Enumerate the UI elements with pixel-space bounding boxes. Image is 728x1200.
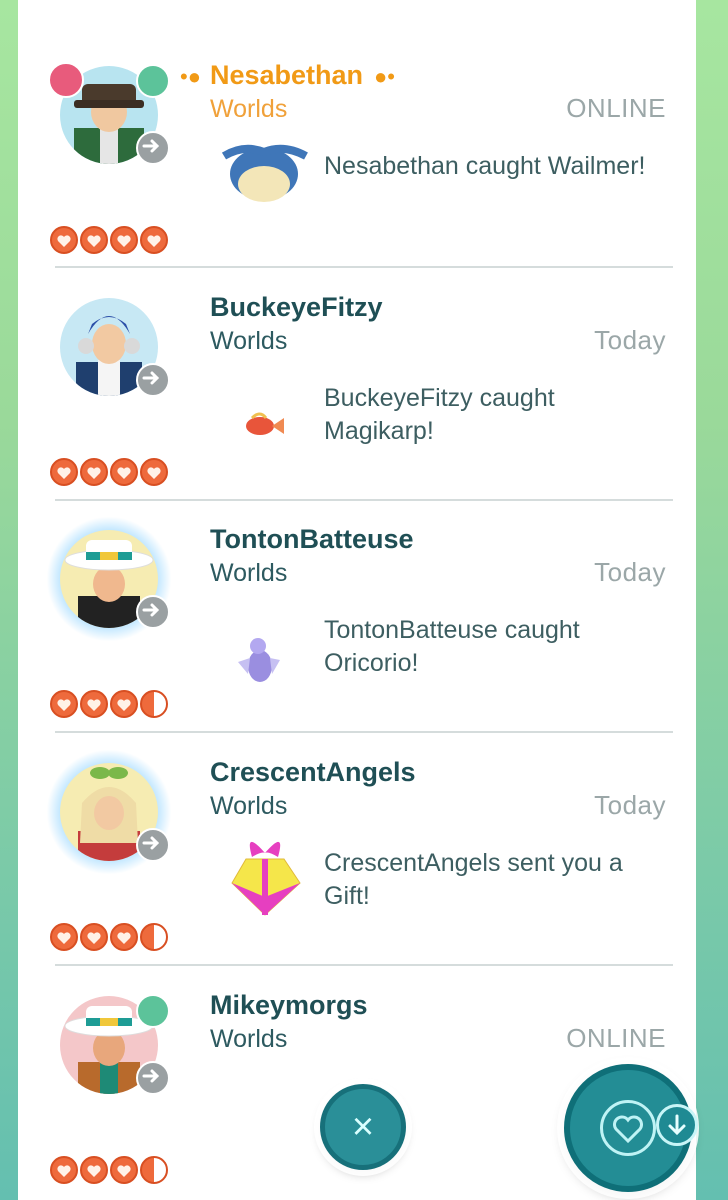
- activity-message: TontonBatteuse caught Oricorio!: [324, 616, 580, 677]
- status-label: Today: [594, 557, 666, 587]
- team-badge: [48, 62, 84, 98]
- activity-message: CrescentAngels sent you a Gift!: [324, 849, 623, 910]
- avatar[interactable]: [46, 749, 172, 875]
- status-label: ONLINE: [566, 1023, 666, 1053]
- friend-subtitle: Worlds: [210, 792, 288, 820]
- friend-row[interactable]: CrescentAngels Worlds Today CrescentAnge…: [18, 727, 696, 959]
- arrow-right-icon[interactable]: [136, 1061, 170, 1095]
- half-heart-icon: [140, 923, 168, 951]
- half-heart-icon: [140, 690, 168, 718]
- friend-row[interactable]: BuckeyeFitzy Worlds Today BuckeyeFitzy c…: [18, 262, 696, 494]
- lucky-sparkle-icon: •●: [180, 64, 201, 89]
- friendship-hearts: [50, 690, 170, 720]
- friendship-hearts: [50, 226, 170, 256]
- close-icon: ×: [351, 1106, 375, 1148]
- status-label: ONLINE: [566, 93, 666, 123]
- friendship-hearts: [50, 1156, 170, 1186]
- oricorio-icon: [232, 632, 286, 688]
- arrow-right-icon[interactable]: [136, 595, 170, 629]
- friendship-hearts: [50, 923, 170, 953]
- wailmer-icon: [214, 134, 314, 224]
- arrow-right-icon[interactable]: [136, 363, 170, 397]
- heart-icon: [50, 923, 78, 951]
- friendship-hearts: [50, 458, 170, 488]
- heart-icon: [80, 1156, 108, 1184]
- activity-message: BuckeyeFitzy caught Magikarp!: [324, 384, 555, 445]
- arrow-right-icon[interactable]: [136, 131, 170, 165]
- lucky-sparkle-icon: ●•: [374, 64, 395, 89]
- heart-icon: [110, 690, 138, 718]
- heart-icon: [50, 226, 78, 254]
- friend-name: TontonBatteuse: [210, 524, 414, 554]
- friend-subtitle: Worlds: [210, 327, 288, 355]
- avatar[interactable]: [48, 62, 170, 176]
- status-label: Today: [594, 790, 666, 820]
- activity-message: Nesabethan caught Wailmer!: [324, 152, 646, 180]
- heart-icon: [50, 1156, 78, 1184]
- gift-icon: [222, 823, 308, 923]
- heart-icon: [110, 226, 138, 254]
- half-heart-icon: [140, 1156, 168, 1184]
- online-indicator: [136, 64, 170, 98]
- heart-icon: [80, 690, 108, 718]
- magikarp-icon: [236, 408, 286, 444]
- friend-row[interactable]: TontonBatteuse Worlds Today TontonBatteu…: [18, 494, 696, 726]
- heart-icon: [80, 226, 108, 254]
- friend-name: CrescentAngels: [210, 757, 416, 787]
- friend-subtitle: Worlds: [210, 1025, 288, 1053]
- close-button[interactable]: ×: [320, 1084, 406, 1170]
- heart-icon: [50, 690, 78, 718]
- friend-subtitle: Worlds: [210, 559, 288, 587]
- heart-icon: [80, 923, 108, 951]
- heart-icon: [600, 1100, 656, 1156]
- status-label: Today: [594, 325, 666, 355]
- heart-icon: [140, 226, 168, 254]
- avatar[interactable]: [60, 298, 170, 408]
- heart-icon: [110, 458, 138, 486]
- arrow-down-icon[interactable]: [656, 1104, 698, 1146]
- friend-name: Mikeymorgs: [210, 990, 368, 1020]
- arrow-right-icon[interactable]: [136, 828, 170, 862]
- avatar[interactable]: [46, 516, 172, 642]
- friend-name: BuckeyeFitzy: [210, 292, 383, 322]
- friend-name: Nesabethan: [210, 60, 364, 90]
- heart-icon: [140, 458, 168, 486]
- friends-list-panel: •● Nesabethan ●• Worlds ONLINE Nesabetha…: [18, 0, 696, 1200]
- heart-icon: [110, 923, 138, 951]
- online-indicator: [136, 994, 170, 1028]
- heart-icon: [80, 458, 108, 486]
- heart-icon: [50, 458, 78, 486]
- friend-subtitle: Worlds: [210, 95, 288, 123]
- friend-row[interactable]: •● Nesabethan ●• Worlds ONLINE Nesabetha…: [18, 30, 696, 262]
- heart-icon: [110, 1156, 138, 1184]
- avatar[interactable]: [60, 994, 170, 1106]
